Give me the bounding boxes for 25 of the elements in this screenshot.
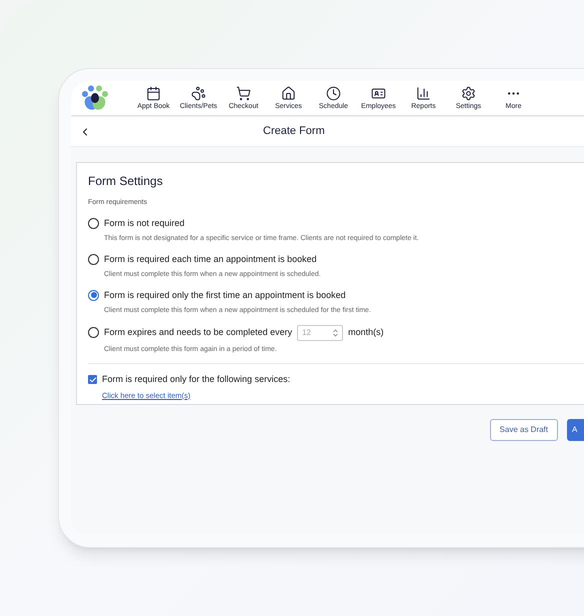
radio-button[interactable] (88, 327, 99, 338)
page-title: Create Form (263, 124, 325, 140)
save-draft-button[interactable]: Save as Draft (490, 419, 558, 441)
checkbox[interactable] (88, 375, 97, 384)
card-title: Form Settings (88, 173, 164, 190)
radio-button[interactable] (88, 290, 99, 301)
calendar-icon (146, 86, 161, 101)
unit-label: month(s) (348, 326, 384, 339)
clock-icon (326, 86, 341, 101)
logo-icon (81, 85, 109, 111)
primary-button[interactable]: A (567, 419, 584, 441)
settings-icon (461, 86, 476, 101)
checkbox-label: Form is required only for the following services: (102, 373, 290, 386)
paw-icon (191, 86, 206, 101)
option-label: Form is required only the first time an appointment is booked (104, 288, 346, 302)
option-label: Form is not required (104, 216, 185, 230)
option-label: Form is required each time an appointment is booked (104, 252, 317, 266)
radio-button[interactable] (88, 254, 99, 265)
option-label: Form expires and needs to be completed every (104, 326, 292, 339)
spinner-icon (333, 328, 338, 336)
house-icon (281, 86, 296, 101)
bar-chart-icon (416, 86, 431, 101)
cart-icon (236, 86, 251, 101)
radio-button[interactable] (88, 218, 99, 229)
id-card-icon (371, 86, 386, 101)
